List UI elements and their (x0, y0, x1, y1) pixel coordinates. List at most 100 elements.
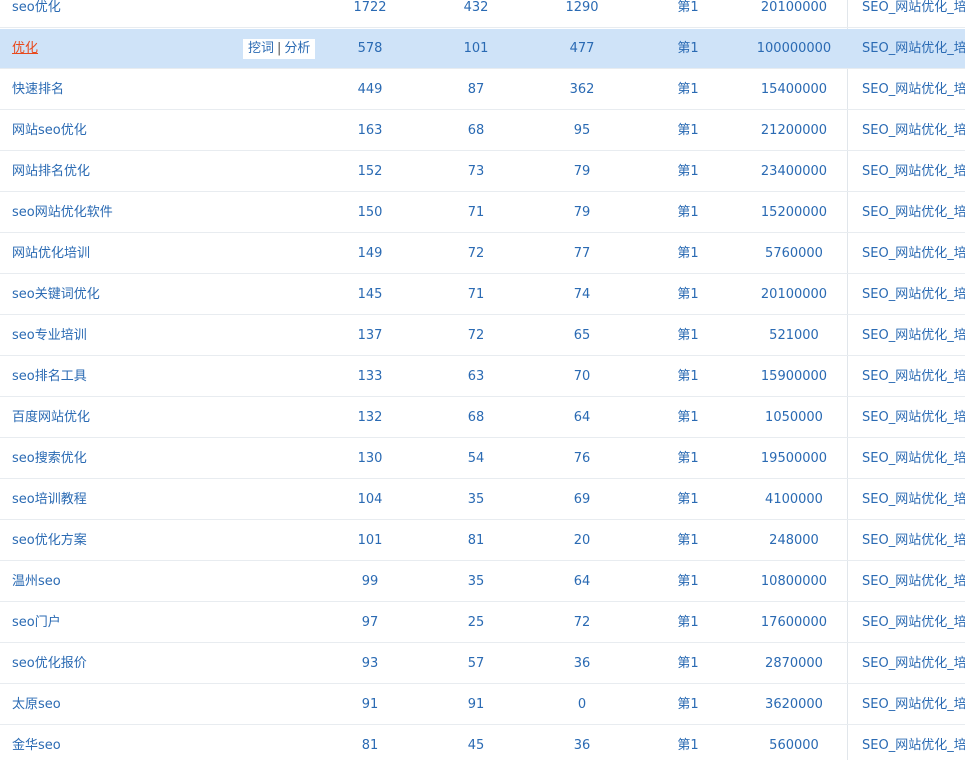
table-row[interactable]: seo门户 97 25 72 第1 17600000 SEO_网站优化_培 (0, 603, 965, 643)
metric-1-cell: 133 (357, 369, 383, 384)
table-row[interactable]: seo排名工具 133 63 70 第1 15900000 SEO_网站优化_培 (0, 357, 965, 397)
index-count-cell: 23400000 (760, 164, 828, 179)
metric-2-cell: 81 (467, 533, 485, 548)
table-row[interactable]: seo培训教程 104 35 69 第1 4100000 SEO_网站优化_培 (0, 480, 965, 520)
rank-cell: 第1 (677, 246, 699, 261)
metric-2-cell: 57 (467, 656, 485, 671)
keyword-link[interactable]: seo培训教程 (12, 492, 87, 507)
keyword-link[interactable]: seo关键词优化 (12, 287, 100, 302)
keyword-link[interactable]: seo网站优化软件 (12, 205, 113, 220)
table-row[interactable]: seo优化 1722 432 1290 第1 20100000 SEO_网站优化_培 (0, 0, 965, 28)
keyword-cell: 温州seo (12, 562, 232, 602)
keyword-link[interactable]: seo排名工具 (12, 369, 87, 384)
table-row[interactable]: 快速排名 449 87 362 第1 15400000 SEO_网站优化_培 (0, 70, 965, 110)
page-title-cell: SEO_网站优化_培 (862, 205, 965, 220)
metric-2-cell: 71 (467, 287, 485, 302)
metric-1-cell: 104 (357, 492, 383, 507)
metric-3-cell: 20 (573, 533, 591, 548)
dig-words-link[interactable]: 挖词 (248, 41, 274, 56)
table-row[interactable]: seo优化报价 93 57 36 第1 2870000 SEO_网站优化_培 (0, 644, 965, 684)
page-title-cell: SEO_网站优化_培 (862, 615, 965, 630)
keyword-link[interactable]: seo优化报价 (12, 656, 87, 671)
index-count-cell: 15400000 (760, 82, 828, 97)
metric-1-cell: 578 (357, 41, 383, 56)
metric-3-cell: 79 (573, 205, 591, 220)
metric-1-cell: 137 (357, 328, 383, 343)
table-row[interactable]: 优化 挖词 | 分析 578 101 477 第1 100000000 SEO_网站优化_培 (0, 29, 965, 69)
index-count-cell: 248000 (769, 533, 819, 548)
metric-2-cell: 63 (467, 369, 485, 384)
keyword-link[interactable]: seo专业培训 (12, 328, 87, 343)
keyword-link[interactable]: seo门户 (12, 615, 61, 630)
page-title-cell: SEO_网站优化_培 (862, 369, 965, 384)
metric-2-cell: 54 (467, 451, 485, 466)
rank-cell: 第1 (677, 369, 699, 384)
page-title-cell: SEO_网站优化_培 (862, 287, 965, 302)
keyword-link[interactable]: 优化 (12, 41, 38, 56)
metric-1-cell: 150 (357, 205, 383, 220)
metric-2-cell: 87 (467, 82, 485, 97)
table-row[interactable]: 温州seo 99 35 64 第1 10800000 SEO_网站优化_培 (0, 562, 965, 602)
index-count-cell: 3620000 (765, 697, 823, 712)
table-row[interactable]: 百度网站优化 132 68 64 第1 1050000 SEO_网站优化_培 (0, 398, 965, 438)
row-actions: 挖词 | 分析 (243, 39, 316, 59)
page-title-cell: SEO_网站优化_培 (862, 164, 965, 179)
rank-cell: 第1 (677, 451, 699, 466)
keyword-cell: 金华seo (12, 726, 232, 760)
index-count-cell: 10800000 (760, 574, 828, 589)
keyword-link[interactable]: seo优化 (12, 0, 61, 15)
keyword-link[interactable]: seo搜索优化 (12, 451, 87, 466)
rank-cell: 第1 (677, 656, 699, 671)
rank-cell: 第1 (677, 492, 699, 507)
metric-1-cell: 130 (357, 451, 383, 466)
index-count-cell: 21200000 (760, 123, 828, 138)
page-title-cell: SEO_网站优化_培 (862, 410, 965, 425)
keyword-link[interactable]: seo优化方案 (12, 533, 87, 548)
metric-1-cell: 1722 (353, 0, 387, 15)
metric-3-cell: 69 (573, 492, 591, 507)
metric-1-cell: 145 (357, 287, 383, 302)
rank-cell: 第1 (677, 41, 699, 56)
table-row[interactable]: 太原seo 91 91 0 第1 3620000 SEO_网站优化_培 (0, 685, 965, 725)
analyze-link[interactable]: 分析 (284, 41, 310, 56)
table-row[interactable]: seo优化方案 101 81 20 第1 248000 SEO_网站优化_培 (0, 521, 965, 561)
table-row[interactable]: seo网站优化软件 150 71 79 第1 15200000 SEO_网站优化_培 (0, 193, 965, 233)
index-count-cell: 15900000 (760, 369, 828, 384)
table-row[interactable]: seo专业培训 137 72 65 第1 521000 SEO_网站优化_培 (0, 316, 965, 356)
table-row[interactable]: seo搜索优化 130 54 76 第1 19500000 SEO_网站优化_培 (0, 439, 965, 479)
page-title-cell: SEO_网站优化_培 (862, 123, 965, 138)
table-row[interactable]: 金华seo 81 45 36 第1 560000 SEO_网站优化_培 (0, 726, 965, 760)
keyword-link[interactable]: 温州seo (12, 574, 61, 589)
table-row[interactable]: 网站排名优化 152 73 79 第1 23400000 SEO_网站优化_培 (0, 152, 965, 192)
page-title-cell: SEO_网站优化_培 (862, 41, 965, 56)
keyword-cell: seo培训教程 (12, 480, 232, 520)
metric-3-cell: 76 (573, 451, 591, 466)
metric-3-cell: 362 (569, 82, 595, 97)
table-row[interactable]: 网站优化培训 149 72 77 第1 5760000 SEO_网站优化_培 (0, 234, 965, 274)
index-count-cell: 17600000 (760, 615, 828, 630)
table-row[interactable]: seo关键词优化 145 71 74 第1 20100000 SEO_网站优化_培 (0, 275, 965, 315)
keyword-link[interactable]: 网站排名优化 (12, 164, 90, 179)
keyword-link[interactable]: 金华seo (12, 738, 61, 753)
page-title-cell: SEO_网站优化_培 (862, 574, 965, 589)
keyword-cell: seo搜索优化 (12, 439, 232, 479)
keyword-cell: 优化 (12, 29, 232, 69)
page-title-cell: SEO_网站优化_培 (862, 656, 965, 671)
metric-3-cell: 72 (573, 615, 591, 630)
metric-3-cell: 64 (573, 574, 591, 589)
keyword-link[interactable]: 百度网站优化 (12, 410, 90, 425)
index-count-cell: 20100000 (760, 287, 828, 302)
rank-cell: 第1 (677, 205, 699, 220)
rank-cell: 第1 (677, 164, 699, 179)
keyword-cell: 快速排名 (12, 70, 232, 110)
metric-3-cell: 36 (573, 656, 591, 671)
keyword-cell: seo优化报价 (12, 644, 232, 684)
metric-2-cell: 73 (467, 164, 485, 179)
metric-3-cell: 0 (577, 697, 587, 712)
index-count-cell: 2870000 (765, 656, 823, 671)
keyword-link[interactable]: 快速排名 (12, 82, 64, 97)
keyword-link[interactable]: 太原seo (12, 697, 61, 712)
keyword-link[interactable]: 网站优化培训 (12, 246, 90, 261)
keyword-link[interactable]: 网站seo优化 (12, 123, 87, 138)
table-row[interactable]: 网站seo优化 163 68 95 第1 21200000 SEO_网站优化_培 (0, 111, 965, 151)
